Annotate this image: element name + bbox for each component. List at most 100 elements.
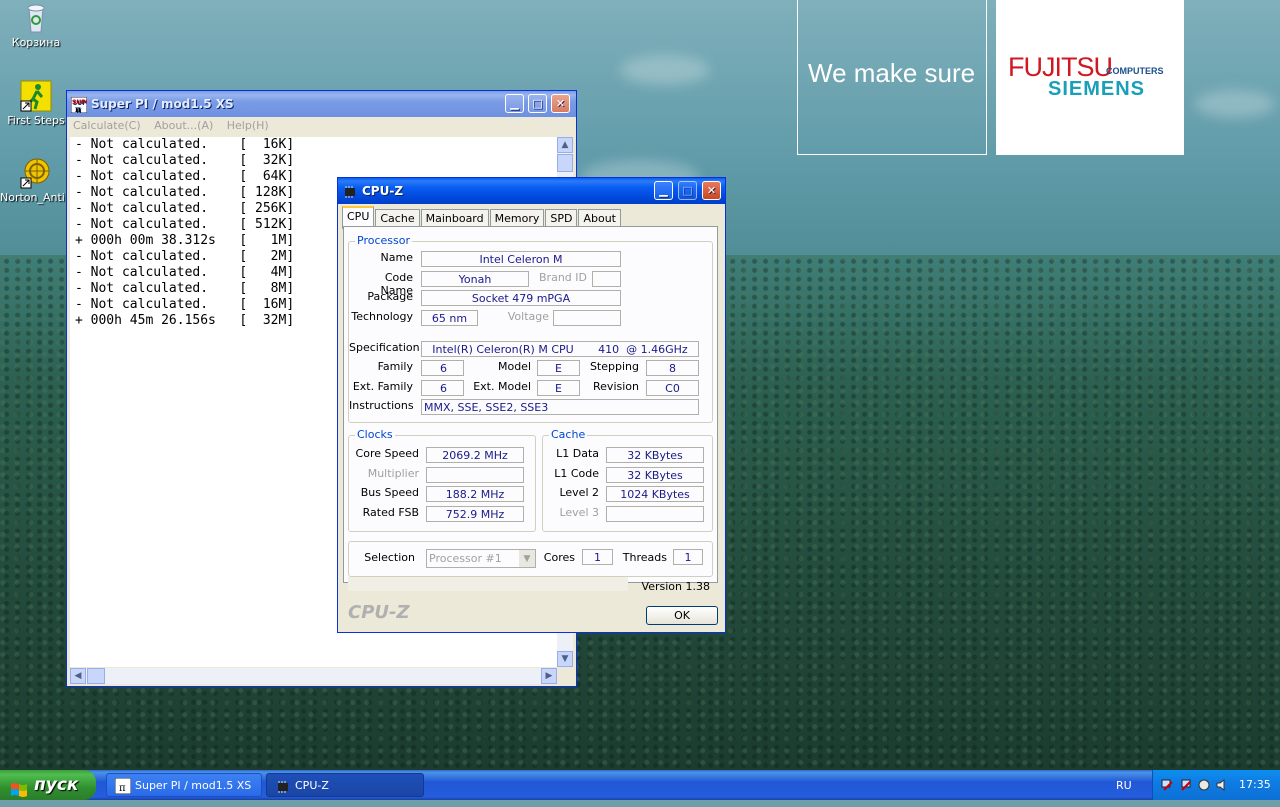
cpuz-title: CPU-Z [362, 184, 404, 198]
ok-button[interactable]: OK [646, 606, 718, 625]
revision-value: C0 [646, 380, 699, 396]
recycle-bin-icon [20, 2, 52, 34]
processor-group-label: Processor [355, 234, 412, 247]
l1-data-value: 32 KBytes [606, 447, 704, 463]
wallpaper-banner-slogan: We make sure [797, 0, 987, 155]
menu-help[interactable]: Help(H) [227, 119, 269, 132]
norton-antivirus-icon [20, 157, 52, 189]
taskbar-item-label: Super PI / mod1.5 XS [135, 779, 252, 792]
processor-group: Processor Name Intel Celeron M Code Name… [348, 234, 713, 423]
instructions-value: MMX, SSE, SSE2, SSE3 [421, 399, 699, 415]
scroll-thumb[interactable] [557, 154, 573, 172]
taskbar-item-cpuz[interactable]: CPU-Z [266, 773, 424, 797]
superpi-app-icon: π [114, 777, 132, 803]
voltage-label: Voltage [507, 310, 549, 323]
family-value: 6 [421, 360, 464, 376]
family-label: Family [377, 360, 413, 373]
system-tray: 17:35 [1152, 770, 1280, 800]
superpi-title: Super PI / mod1.5 XS [91, 97, 234, 111]
specification-value: Intel(R) Celeron(R) M CPU 410 @ 1.46GHz [421, 341, 699, 357]
menu-about[interactable]: About...(A) [154, 119, 213, 132]
processor-select-value: Processor #1 [429, 552, 502, 565]
desktop-icon-first-steps[interactable]: First Steps [0, 80, 72, 127]
clock[interactable]: 17:35 [1239, 778, 1271, 791]
cpuz-window[interactable]: CPU-Z ▁ □ ✕ CPU Cache Mainboard Memory SPD Ab… [337, 177, 726, 633]
voltage-value [553, 310, 621, 326]
multiplier-label: Multiplier [367, 467, 419, 480]
cpuz-tabs: CPU Cache Mainboard Memory SPD About [342, 206, 622, 229]
scroll-up-button[interactable]: ▲ [557, 137, 573, 153]
maximize-button: □ [678, 181, 697, 200]
scroll-right-button[interactable]: ▶ [541, 668, 557, 684]
technology-value: 65 nm [421, 310, 478, 326]
scroll-left-button[interactable]: ◀ [70, 668, 86, 684]
chevron-down-icon: ▼ [519, 550, 535, 567]
selection-label: Selection [364, 551, 415, 564]
codename-value: Yonah [421, 271, 529, 287]
stepping-value: 8 [646, 360, 699, 376]
selection-group: Selection Processor #1 ▼ Cores 1 Threads… [348, 541, 713, 577]
close-button[interactable]: ✕ [551, 94, 570, 113]
cpuz-logo: CPU-Z [348, 602, 410, 623]
language-indicator[interactable]: RU [1116, 779, 1132, 792]
result-line: - Not calculated. [ 32K] [75, 153, 295, 168]
revision-label: Revision [593, 380, 639, 393]
network-icon[interactable] [1179, 778, 1193, 795]
taskbar-item-superpi[interactable]: π Super PI / mod1.5 XS [106, 773, 262, 797]
extfamily-value: 6 [421, 380, 464, 396]
siemens-logo-text: SIEMENS [1048, 78, 1146, 100]
extfamily-label: Ext. Family [352, 380, 413, 393]
hscroll-thumb[interactable] [87, 668, 105, 684]
extmodel-value: E [537, 380, 580, 396]
cpu-chip-icon [342, 183, 358, 199]
model-label: Model [497, 360, 531, 373]
desktop-icon-label: First Steps [7, 114, 65, 127]
scroll-down-button[interactable]: ▼ [557, 651, 573, 667]
cache-group-label: Cache [549, 428, 588, 441]
level3-value [606, 506, 704, 522]
desktop-icon-recycle-bin[interactable]: Корзина [0, 2, 72, 49]
volume-icon[interactable] [1215, 778, 1229, 795]
minimize-button[interactable]: ▁ [505, 94, 524, 113]
model-value: E [537, 360, 580, 376]
maximize-button[interactable]: □ [528, 94, 547, 113]
package-value: Socket 479 mPGA [421, 290, 621, 306]
minimize-button[interactable]: ▁ [654, 181, 673, 200]
cpuz-titlebar[interactable]: CPU-Z ▁ □ ✕ [338, 178, 725, 204]
brandid-value [592, 271, 621, 287]
status-area [348, 577, 628, 591]
rated-fsb-value: 752.9 MHz [426, 506, 524, 522]
network-icon[interactable] [1161, 778, 1175, 795]
svg-text:π: π [119, 783, 126, 794]
menu-calculate[interactable]: Calculate(C) [73, 119, 141, 132]
cpu-tab-panel: Processor Name Intel Celeron M Code Name… [343, 226, 718, 593]
specification-label: Specification [349, 341, 420, 354]
taskbar: пуск π Super PI / mod1.5 XS CPU-Z RU 17:… [0, 770, 1280, 800]
cloud [1195, 90, 1275, 118]
close-button[interactable]: ✕ [702, 181, 721, 200]
extmodel-label: Ext. Model [473, 380, 531, 393]
device-icon[interactable] [1197, 778, 1211, 795]
bus-speed-value: 188.2 MHz [426, 486, 524, 502]
wallpaper-banner-logo: FUJITSU COMPUTERS SIEMENS [996, 0, 1184, 155]
start-label: пуск [34, 775, 79, 795]
level2-label: Level 2 [559, 486, 599, 499]
superpi-menubar: Calculate(C) About...(A) Help(H) [67, 117, 576, 135]
cache-group: Cache L1 Data 32 KBytes L1 Code 32 KByte… [542, 428, 713, 532]
package-label: Package [367, 290, 413, 303]
threads-value: 1 [673, 549, 703, 565]
superpi-titlebar[interactable]: SUPERπ Super PI / mod1.5 XS ▁ □ ✕ [67, 91, 576, 117]
cpu-chip-icon [275, 779, 291, 803]
processor-select[interactable]: Processor #1 ▼ [426, 549, 536, 568]
horizontal-scrollbar[interactable]: ◀ ▶ [70, 668, 557, 684]
threads-label: Threads [622, 551, 667, 564]
start-button[interactable]: пуск [0, 770, 96, 800]
computers-logo-text: COMPUTERS [1106, 66, 1164, 76]
name-value: Intel Celeron M [421, 251, 621, 267]
stepping-label: Stepping [589, 360, 639, 373]
instructions-label: Instructions [349, 399, 414, 412]
desktop-icon-norton[interactable]: Norton_Anti... [0, 157, 75, 204]
result-line: - Not calculated. [ 16K] [75, 137, 295, 152]
name-label: Name [380, 251, 413, 264]
superpi-app-icon: SUPERπ [70, 96, 95, 114]
